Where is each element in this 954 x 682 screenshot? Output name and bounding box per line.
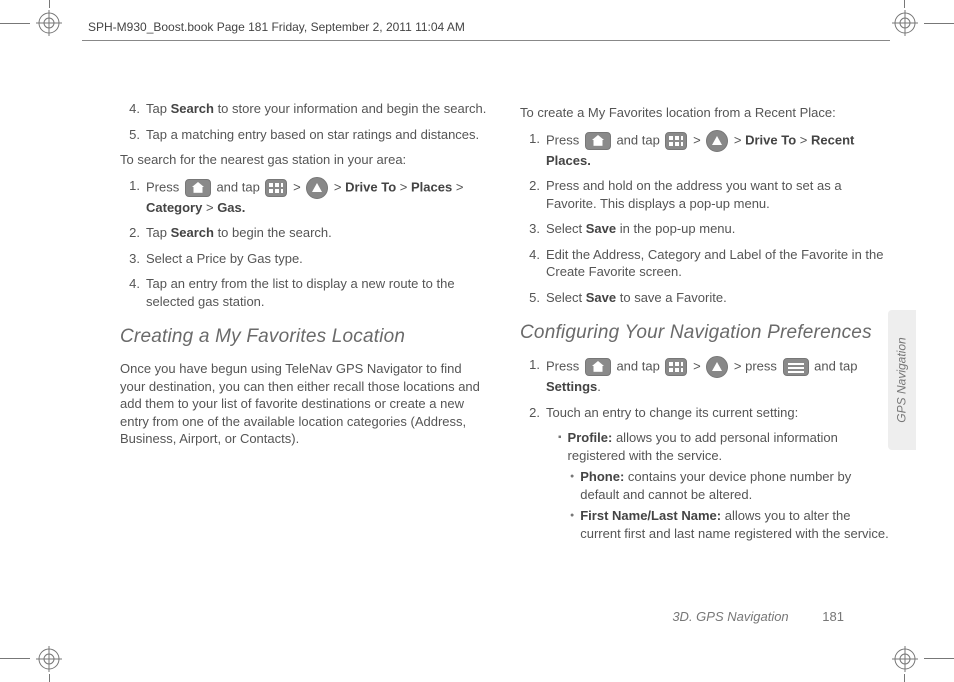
text: and tap	[213, 179, 264, 194]
crop-line	[904, 0, 905, 8]
text: >	[289, 179, 304, 194]
reg-mark-tr	[892, 10, 918, 36]
paragraph: Once you have begun using TeleNav GPS Na…	[120, 360, 490, 448]
reg-mark-tl	[36, 10, 62, 36]
home-icon	[585, 358, 611, 376]
crop-line	[924, 23, 954, 24]
home-icon	[185, 179, 211, 197]
nav-arrow-icon	[306, 177, 328, 199]
crop-line	[924, 658, 954, 659]
list-item: First Name/Last Name: allows you to alte…	[570, 507, 890, 542]
paragraph: To create a My Favorites location from a…	[520, 104, 890, 122]
list-item: Profile: allows you to add personal info…	[558, 429, 890, 464]
crop-line	[0, 23, 30, 24]
nav-arrow-icon	[706, 130, 728, 152]
text: Press	[146, 179, 183, 194]
page-footer: 3D. GPS Navigation 181	[672, 609, 844, 624]
page-number: 181	[822, 609, 844, 624]
paragraph: To search for the nearest gas station in…	[120, 151, 490, 169]
menu-icon	[783, 358, 809, 376]
heading-favorites: Creating a My Favorites Location	[120, 324, 490, 350]
text: >	[689, 358, 704, 373]
list-item: 1. Press and tap > > Drive To > Recent P…	[520, 130, 890, 170]
list-item: 4.Edit the Address, Category and Label o…	[520, 246, 890, 281]
nav-arrow-icon	[706, 356, 728, 378]
text: > press	[730, 358, 780, 373]
header-rule	[82, 40, 890, 41]
list-item: 2.Touch an entry to change its current s…	[520, 404, 890, 422]
list-item: 2.Tap Search to begin the search.	[120, 224, 490, 242]
left-column: 4.Tap Search to store your information a…	[120, 100, 490, 622]
page-body: 4.Tap Search to store your information a…	[120, 100, 890, 622]
list-item: 1. Press and tap > > press and tap Setti…	[520, 356, 890, 396]
text: and tap	[613, 132, 664, 147]
crop-line	[0, 658, 30, 659]
text: Press	[546, 358, 583, 373]
reg-mark-bl	[36, 646, 62, 672]
list-item: 1. Press and tap > > Drive To > Places >…	[120, 177, 490, 217]
crop-line	[904, 674, 905, 682]
running-header: SPH-M930_Boost.book Page 181 Friday, Sep…	[88, 20, 465, 34]
apps-grid-icon	[265, 179, 287, 197]
list-item: 2.Press and hold on the address you want…	[520, 177, 890, 212]
right-column: To create a My Favorites location from a…	[520, 100, 890, 622]
list-item: 4.Tap Search to store your information a…	[120, 100, 490, 118]
list-item: 5.Tap a matching entry based on star rat…	[120, 126, 490, 144]
apps-grid-icon	[665, 132, 687, 150]
footer-section: 3D. GPS Navigation	[672, 609, 788, 624]
list-item: 4.Tap an entry from the list to display …	[120, 275, 490, 310]
home-icon	[585, 132, 611, 150]
crop-line	[49, 0, 50, 8]
text: and tap	[613, 358, 664, 373]
list-item: 5.Select Save to save a Favorite.	[520, 289, 890, 307]
crop-line	[49, 674, 50, 682]
list-item: 3.Select Save in the pop-up menu.	[520, 220, 890, 238]
section-tab: GPS Navigation	[888, 310, 916, 450]
text: Press	[546, 132, 583, 147]
heading-config: Configuring Your Navigation Preferences	[520, 320, 890, 346]
list-item: Phone: contains your device phone number…	[570, 468, 890, 503]
text: >	[689, 132, 704, 147]
list-item: 3.Select a Price by Gas type.	[120, 250, 490, 268]
reg-mark-br	[892, 646, 918, 672]
apps-grid-icon	[665, 358, 687, 376]
